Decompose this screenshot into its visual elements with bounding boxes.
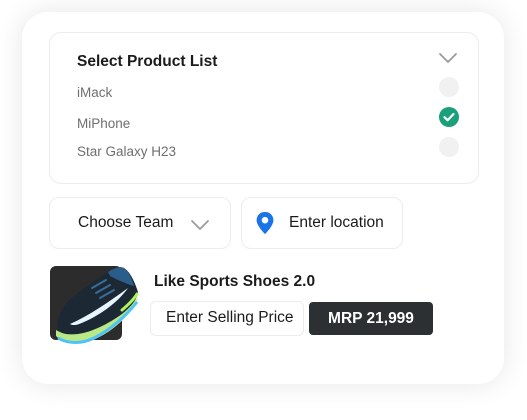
product-list-dropdown[interactable]: Select Product List iMack MiPhone Star G… [49,32,479,184]
location-placeholder: Enter location [289,214,384,231]
mrp-badge: MRP 21,999 [309,302,433,335]
product-option-label[interactable]: MiPhone [77,116,130,131]
choose-team-label: Choose Team [78,214,174,231]
check-icon [443,112,455,122]
sneaker-image [56,267,139,344]
selling-price-input[interactable]: Enter Selling Price [150,301,304,336]
map-pin-icon [256,212,274,234]
chevron-down-icon[interactable] [438,51,458,65]
product-option-radio[interactable] [439,137,459,157]
product-option-radio-checked[interactable] [439,107,459,127]
product-option-label[interactable]: Star Galaxy H23 [77,144,176,159]
choose-team-select[interactable]: Choose Team [49,197,231,249]
product-option-label[interactable]: iMack [77,85,112,100]
product-name: Like Sports Shoes 2.0 [154,273,316,290]
product-option-radio[interactable] [439,77,459,97]
location-input[interactable]: Enter location [241,197,403,249]
chevron-down-icon [191,220,209,230]
product-list-title: Select Product List [77,53,218,70]
